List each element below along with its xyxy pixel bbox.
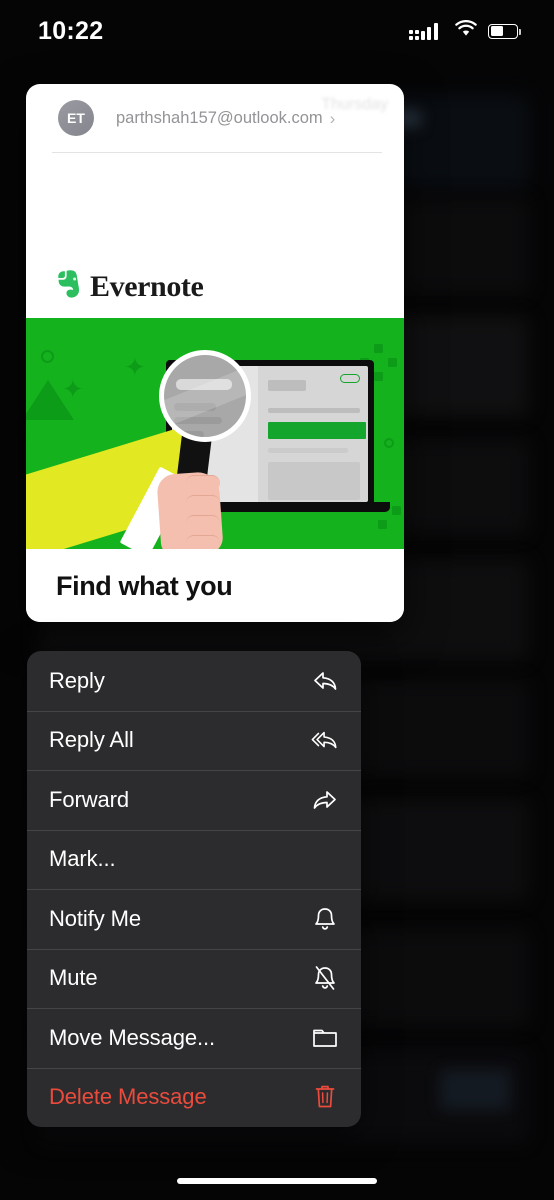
reply-all-arrow-icon: [311, 726, 339, 754]
email-date: Thursday: [321, 96, 388, 113]
sender-row[interactable]: parthshah157@outlook.com ›: [116, 109, 335, 128]
cellular-signal-icon: [409, 22, 444, 40]
menu-item-forward[interactable]: Forward: [27, 770, 361, 830]
magnifying-glass-icon: [159, 350, 251, 442]
sender-email: parthshah157@outlook.com: [116, 108, 323, 127]
email-header: ET parthshah157@outlook.com › Thursday: [52, 84, 388, 153]
menu-item-reply-all[interactable]: Reply All: [27, 710, 361, 771]
trash-icon: [311, 1083, 339, 1111]
menu-item-label: Move Message...: [49, 1024, 216, 1050]
menu-item-label: Delete Message: [49, 1084, 207, 1110]
status-time: 10:22: [38, 16, 104, 45]
menu-item-reply[interactable]: Reply: [27, 651, 361, 711]
menu-item-label: Reply: [49, 667, 105, 693]
menu-item-move-message[interactable]: Move Message...: [27, 1008, 361, 1068]
no-icon: [311, 845, 339, 873]
brand-area: Evernote: [26, 153, 404, 318]
bell-slash-icon: [311, 964, 339, 992]
menu-item-mark[interactable]: Mark...: [27, 829, 361, 890]
battery-icon: [488, 23, 521, 39]
forward-arrow-icon: [311, 786, 339, 814]
wifi-icon: [455, 20, 477, 42]
hero-illustration: ✦ ✦ ✦: [26, 318, 404, 549]
menu-item-notify-me[interactable]: Notify Me: [27, 889, 361, 949]
phone-screen: 10:22 ET parthshah157@outlook.com › Thur…: [0, 0, 554, 1200]
page-title: Find what you: [56, 570, 233, 601]
context-menu[interactable]: Reply Reply All Forward Mark... Notify M…: [27, 651, 361, 1127]
bell-icon: [311, 905, 339, 933]
evernote-elephant-icon: [56, 269, 82, 304]
brand-name: Evernote: [90, 269, 204, 303]
menu-item-label: Forward: [49, 786, 129, 812]
home-indicator[interactable]: [177, 1178, 377, 1184]
menu-item-label: Notify Me: [49, 905, 142, 931]
folder-icon: [311, 1024, 339, 1052]
menu-item-delete-message[interactable]: Delete Message: [27, 1067, 361, 1128]
menu-item-label: Reply All: [49, 727, 134, 753]
reply-arrow-icon: [311, 667, 339, 695]
email-headline-area: Find what you: [26, 549, 404, 622]
avatar: ET: [58, 100, 94, 136]
menu-item-mute[interactable]: Mute: [27, 948, 361, 1009]
status-bar: 10:22: [0, 0, 554, 62]
menu-item-label: Mute: [49, 965, 98, 991]
email-preview-card[interactable]: ET parthshah157@outlook.com › Thursday E…: [26, 84, 404, 622]
menu-item-label: Mark...: [49, 846, 116, 872]
